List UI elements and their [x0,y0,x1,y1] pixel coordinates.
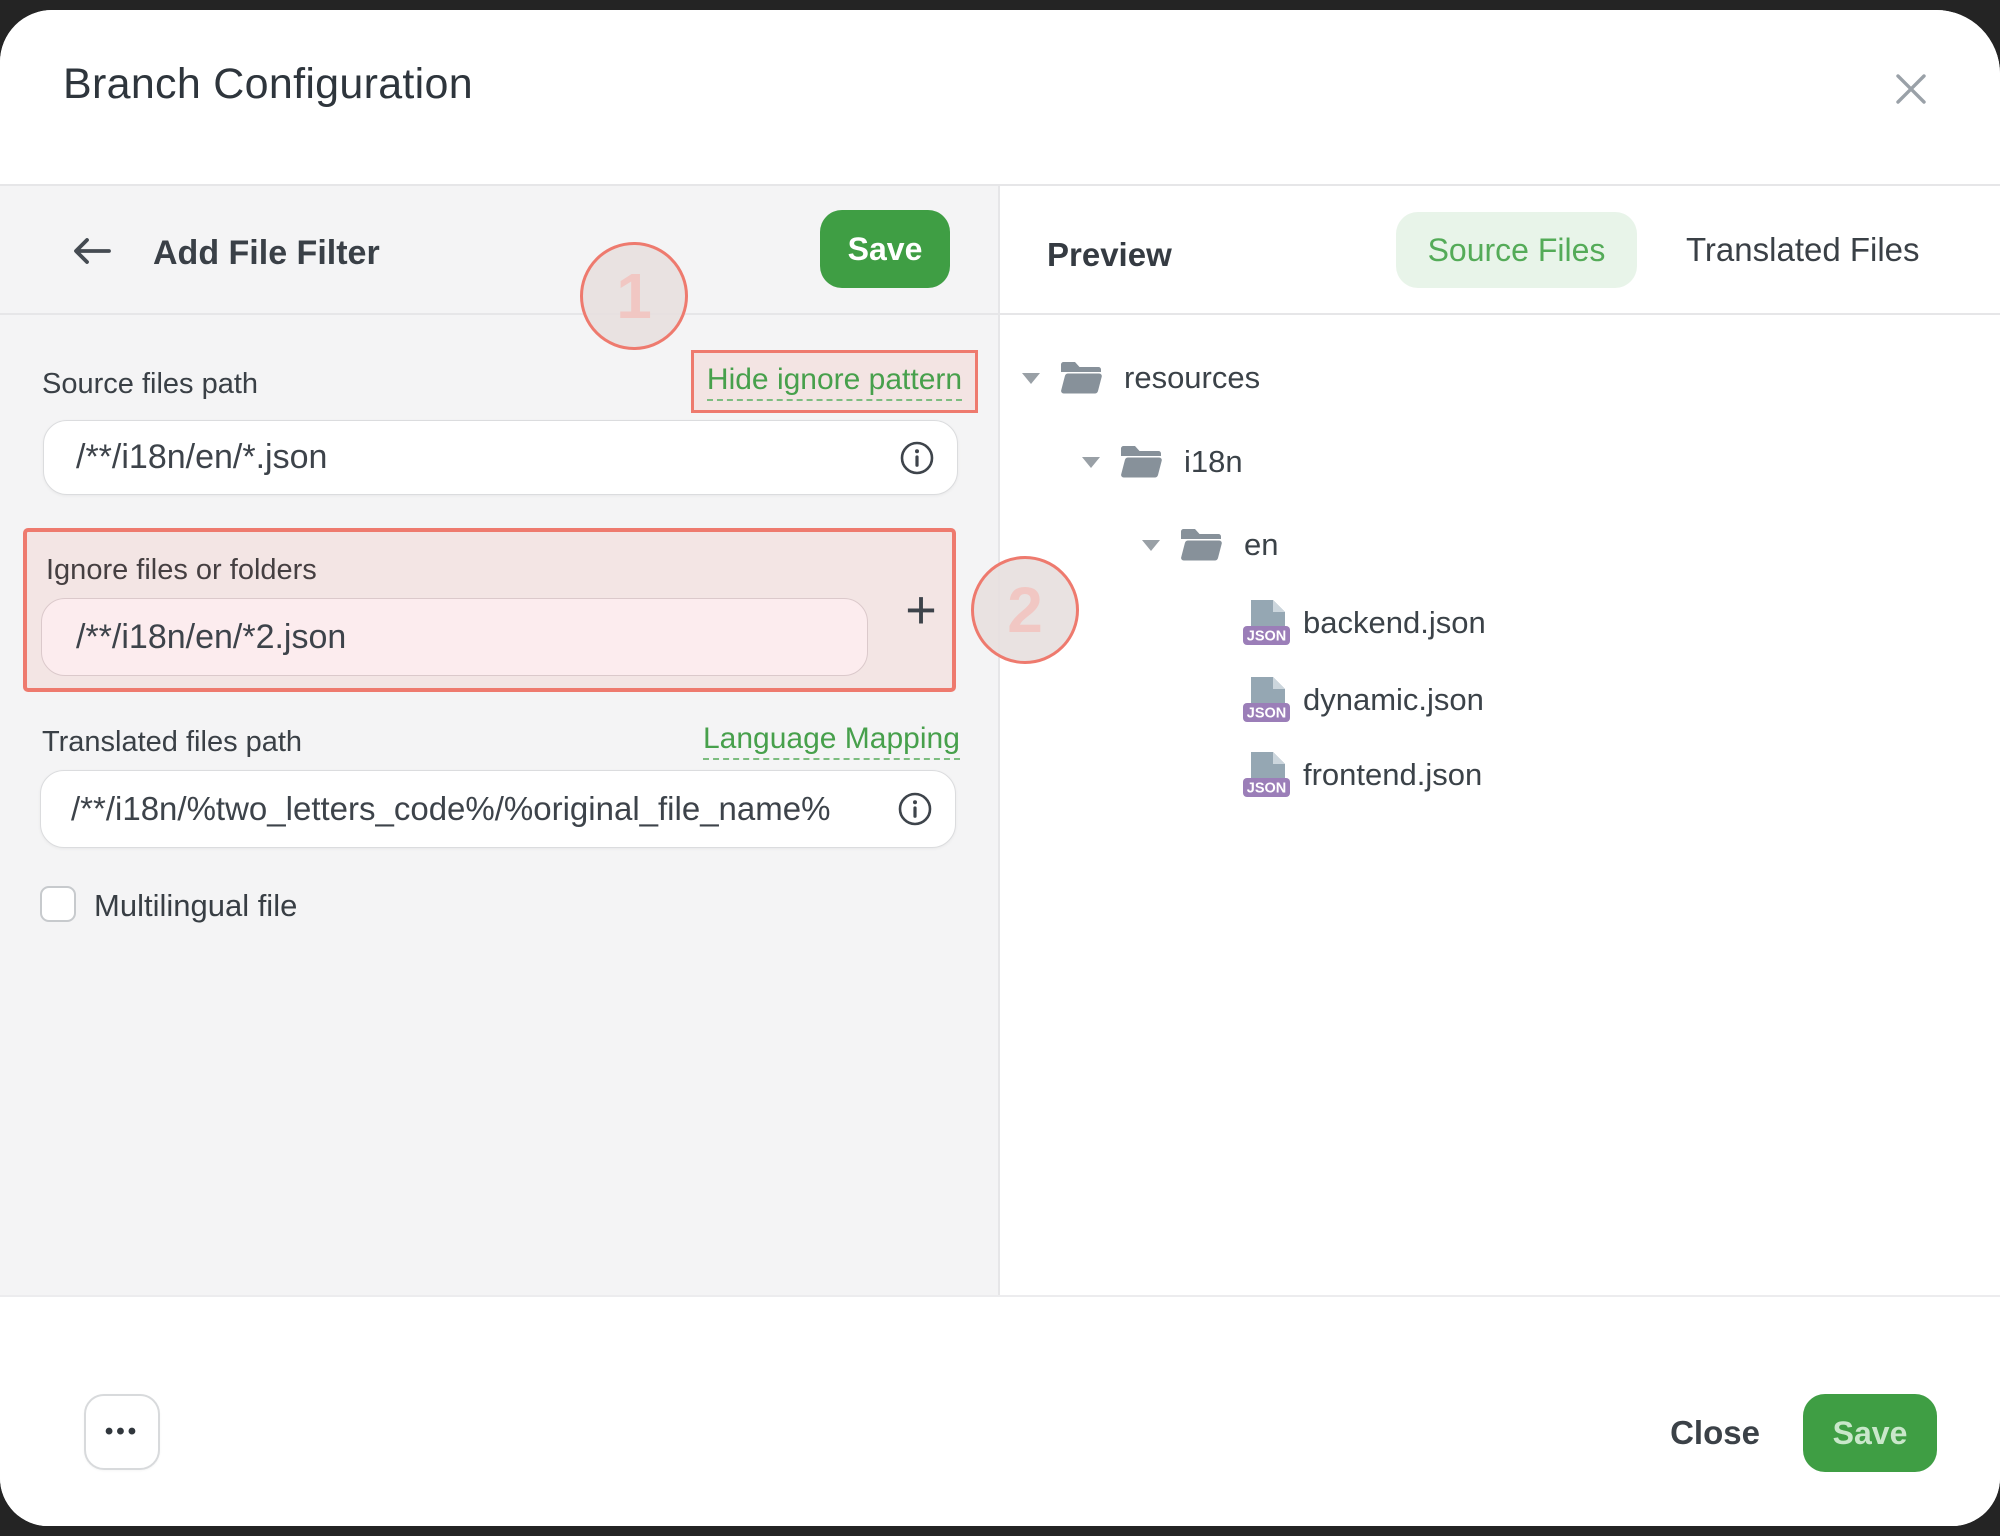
chevron-down-icon[interactable] [1022,373,1040,384]
tree-row-i18n[interactable]: i18n [1000,424,2000,500]
info-icon[interactable] [899,440,935,476]
ignore-pattern-field [41,598,868,676]
tree-file-label: dynamic.json [1303,682,1484,718]
save-configuration-button[interactable]: Save [1803,1394,1937,1472]
tree-file-label: frontend.json [1303,757,1482,793]
chevron-down-icon[interactable] [1142,540,1160,551]
translated-path-label: Translated files path [42,726,302,759]
tab-translated-files[interactable]: Translated Files [1686,212,1920,288]
translated-path-field [40,770,956,848]
x-glyph [1893,71,1929,107]
language-mapping-link[interactable]: Language Mapping [703,722,960,760]
svg-text:JSON: JSON [1247,629,1287,645]
tree-row-frontend.json[interactable]: JSON frontend.json [1000,737,2000,813]
hide-ignore-pattern-link[interactable]: Hide ignore pattern [707,363,962,401]
tree-file-label: backend.json [1303,605,1486,641]
preview-panel: resources i18n en JSON backend.json JSON dynam… [1000,315,2000,1295]
tree-row-en[interactable]: en [1000,507,2000,583]
folder-icon [1120,445,1162,479]
source-path-field [43,420,958,495]
multilingual-label: Multilingual file [94,888,297,924]
toolbar-divider [0,313,2000,315]
source-path-label: Source files path [42,368,258,401]
info-icon[interactable] [897,791,933,827]
folder-icon [1180,528,1222,562]
ignore-label: Ignore files or folders [46,554,317,587]
svg-text:JSON: JSON [1247,706,1287,722]
tree-folder-label: i18n [1184,444,1243,480]
add-ignore-pattern-button[interactable]: + [885,556,957,664]
tree-row-resources[interactable]: resources [1000,340,2000,416]
preview-heading: Preview [1047,236,1172,274]
multilingual-checkbox[interactable] [40,886,76,922]
hide-ignore-highlight: Hide ignore pattern [691,350,978,413]
close-icon[interactable] [1893,71,1929,107]
tree-row-dynamic.json[interactable]: JSON dynamic.json [1000,662,2000,738]
tab-source-files[interactable]: Source Files [1396,212,1637,288]
ignore-pattern-highlight: Ignore files or folders + [23,528,956,692]
source-path-input[interactable] [44,421,957,494]
close-button[interactable]: Close [1655,1394,1775,1472]
dialog-header: Branch Configuration [0,10,2000,185]
modal-backdrop: Branch Configuration Add File Filter Sav… [0,0,2000,1536]
footer-divider [0,1295,2000,1297]
annotation-step-2: 2 [971,556,1079,664]
dialog-title: Branch Configuration [63,60,473,109]
save-filter-button[interactable]: Save [820,210,950,288]
svg-text:JSON: JSON [1247,781,1287,797]
dialog-footer: ••• Close Save [0,1297,2000,1526]
filter-heading: Add File Filter [153,234,380,273]
json-file-icon: JSON [1243,600,1290,646]
branch-configuration-dialog: Branch Configuration Add File Filter Sav… [0,10,2000,1526]
file-tree: resources i18n en JSON backend.json JSON dynam… [1000,315,2000,1295]
panel-divider [998,186,1000,1295]
translated-path-input[interactable] [41,771,955,847]
tree-folder-label: resources [1124,360,1260,396]
chevron-down-icon[interactable] [1082,457,1100,468]
json-file-icon: JSON [1243,677,1290,723]
tree-folder-label: en [1244,527,1278,563]
tree-row-backend.json[interactable]: JSON backend.json [1000,585,2000,661]
back-arrow-icon[interactable] [70,235,112,267]
more-options-button[interactable]: ••• [84,1394,160,1470]
annotation-step-1: 1 [580,242,688,350]
ignore-pattern-input[interactable] [42,599,867,675]
folder-icon [1060,361,1102,395]
json-file-icon: JSON [1243,752,1290,798]
